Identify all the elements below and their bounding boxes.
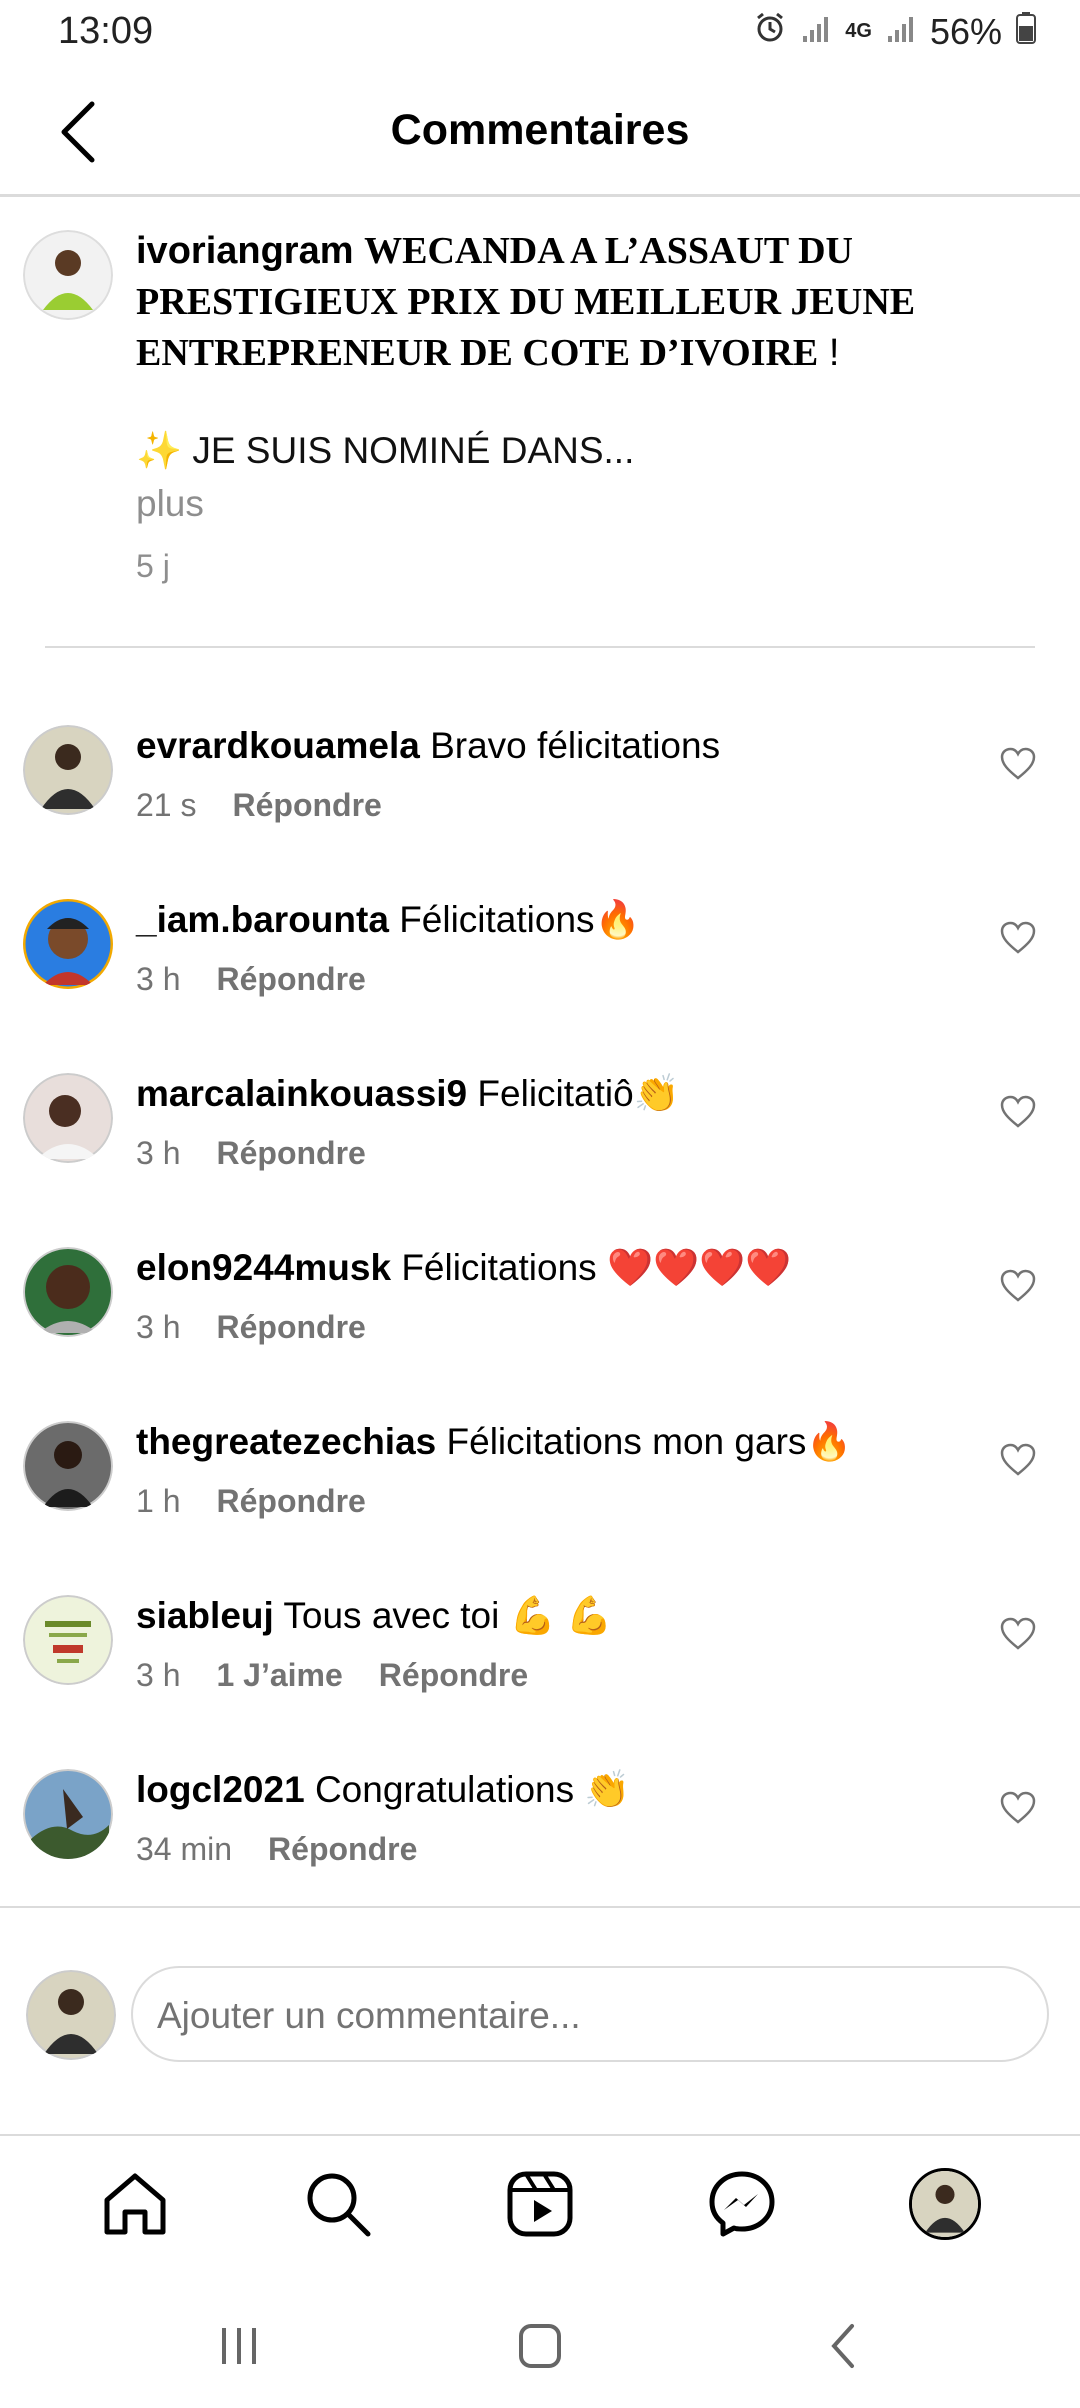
comment-meta: 3 h 1 J’aime Répondre	[136, 1657, 528, 1694]
caption-avatar[interactable]	[23, 230, 113, 320]
comment-meta: 3 h Répondre	[136, 1135, 366, 1172]
comment-body: Tous avec toi 💪 💪	[283, 1595, 613, 1636]
comment-time: 34 min	[136, 1831, 233, 1867]
comment-meta: 21 s Répondre	[136, 787, 382, 824]
reply-button[interactable]: Répondre	[216, 961, 365, 998]
comment-avatar[interactable]	[23, 1769, 113, 1859]
alarm-icon	[753, 10, 787, 53]
comment-input-box[interactable]	[131, 1966, 1049, 2062]
comment-avatar[interactable]	[23, 1247, 113, 1337]
comment-time: 3 h	[136, 961, 181, 997]
comment-time: 3 h	[136, 1309, 181, 1345]
nav-divider	[0, 2134, 1080, 2136]
comment-item: evrardkouamela Bravo félicitations 21 s R…	[0, 725, 1080, 899]
reels-icon[interactable]	[504, 2168, 576, 2240]
comment-time: 3 h	[136, 1657, 181, 1693]
like-heart-icon[interactable]	[1000, 1791, 1036, 1825]
network-type: 4G	[845, 20, 872, 42]
likes-count[interactable]: 1 J’aime	[216, 1657, 342, 1694]
comment-body: Félicitations ❤️❤️❤️❤️	[401, 1247, 792, 1288]
caption-divider	[45, 646, 1035, 648]
comment-text: siableuj Tous avec toi 💪 💪	[136, 1595, 612, 1638]
like-heart-icon[interactable]	[1000, 1443, 1036, 1477]
status-time: 13:09	[58, 10, 154, 52]
input-divider	[0, 1906, 1080, 1908]
comment-username[interactable]: logcl2021	[136, 1769, 305, 1810]
comment-username[interactable]: _iam.barounta	[136, 899, 389, 940]
reply-button[interactable]: Répondre	[268, 1831, 417, 1868]
signal-icon	[801, 11, 831, 53]
caption-more-link[interactable]: plus	[136, 483, 204, 525]
comment-username[interactable]: thegreatezechias	[136, 1421, 436, 1462]
comment-avatar[interactable]	[23, 899, 113, 989]
comment-body: Felicitatiô👏	[477, 1073, 680, 1114]
back-system-icon[interactable]	[810, 2316, 880, 2376]
comment-username[interactable]: elon9244musk	[136, 1247, 391, 1288]
reply-button[interactable]: Répondre	[232, 787, 381, 824]
battery-level: 56%	[929, 10, 1002, 52]
like-heart-icon[interactable]	[1000, 747, 1036, 781]
comment-meta: 3 h Répondre	[136, 1309, 366, 1346]
comment-meta: 1 h Répondre	[136, 1483, 366, 1520]
reply-button[interactable]: Répondre	[216, 1135, 365, 1172]
comment-username[interactable]: marcalainkouassi9	[136, 1073, 467, 1114]
caption-username[interactable]: ivoriangram	[136, 230, 354, 272]
battery-icon	[1016, 11, 1036, 53]
reply-button[interactable]: Répondre	[379, 1657, 528, 1694]
status-icons: 4G 56%	[753, 10, 1036, 53]
comment-input[interactable]	[155, 1994, 1019, 2038]
comment-time: 1 h	[136, 1483, 181, 1519]
recent-apps-icon[interactable]	[204, 2316, 274, 2376]
caption-title-end: !	[818, 332, 840, 374]
comment-item: _iam.barounta Félicitations🔥 3 h Répondre	[0, 899, 1080, 1073]
page-title: Commentaires	[390, 106, 690, 154]
caption-time: 5 j	[136, 548, 170, 584]
home-system-icon[interactable]	[505, 2316, 575, 2376]
current-user-avatar	[26, 1970, 116, 2060]
caption-body: ✨ JE SUIS NOMINÉ DANS...	[136, 430, 635, 471]
comment-avatar[interactable]	[23, 725, 113, 815]
comment-body: Bravo félicitations	[430, 725, 721, 766]
like-heart-icon[interactable]	[1000, 1617, 1036, 1651]
reply-button[interactable]: Répondre	[216, 1309, 365, 1346]
comment-time: 21 s	[136, 787, 197, 823]
comment-avatar[interactable]	[23, 1595, 113, 1685]
comment-text: elon9244musk Félicitations ❤️❤️❤️❤️	[136, 1247, 791, 1290]
comment-avatar[interactable]	[23, 1073, 113, 1163]
header-divider	[0, 194, 1080, 197]
comment-body: Félicitations mon gars🔥	[446, 1421, 853, 1462]
signal-icon-2	[886, 11, 916, 53]
comment-meta: 34 min Répondre	[136, 1831, 417, 1868]
comment-avatar[interactable]	[23, 1421, 113, 1511]
search-icon[interactable]	[302, 2168, 374, 2240]
like-heart-icon[interactable]	[1000, 921, 1036, 955]
home-icon[interactable]	[99, 2168, 171, 2240]
comment-text: evrardkouamela Bravo félicitations	[136, 725, 720, 767]
comment-meta: 3 h Répondre	[136, 961, 366, 998]
comment-item: marcalainkouassi9 Felicitatiô👏 3 h Répond…	[0, 1073, 1080, 1247]
comment-item: elon9244musk Félicitations ❤️❤️❤️❤️ 3 h R…	[0, 1247, 1080, 1421]
reply-button[interactable]: Répondre	[216, 1483, 365, 1520]
comment-body: Félicitations🔥	[399, 899, 641, 940]
messenger-icon[interactable]	[706, 2168, 778, 2240]
profile-avatar[interactable]	[909, 2168, 981, 2240]
comment-username[interactable]: siableuj	[136, 1595, 274, 1636]
comment-text: _iam.barounta Félicitations🔥	[136, 899, 641, 942]
comment-item: siableuj Tous avec toi 💪 💪 3 h 1 J’aime Ré…	[0, 1595, 1080, 1769]
comment-text: thegreatezechias Félicitations mon gars🔥	[136, 1421, 852, 1464]
comment-time: 3 h	[136, 1135, 181, 1171]
comment-text: marcalainkouassi9 Felicitatiô👏	[136, 1073, 680, 1116]
like-heart-icon[interactable]	[1000, 1269, 1036, 1303]
comment-item: logcl2021 Congratulations 👏 34 min Répond…	[0, 1769, 1080, 1943]
comment-body: Congratulations 👏	[314, 1769, 631, 1810]
comment-username[interactable]: evrardkouamela	[136, 725, 420, 766]
comment-item: thegreatezechias Félicitations mon gars🔥…	[0, 1421, 1080, 1595]
like-heart-icon[interactable]	[1000, 1095, 1036, 1129]
comment-text: logcl2021 Congratulations 👏	[136, 1769, 630, 1812]
caption-text: ivoriangram WECANDA A L’ASSAUT DU PRESTI…	[136, 226, 1036, 379]
